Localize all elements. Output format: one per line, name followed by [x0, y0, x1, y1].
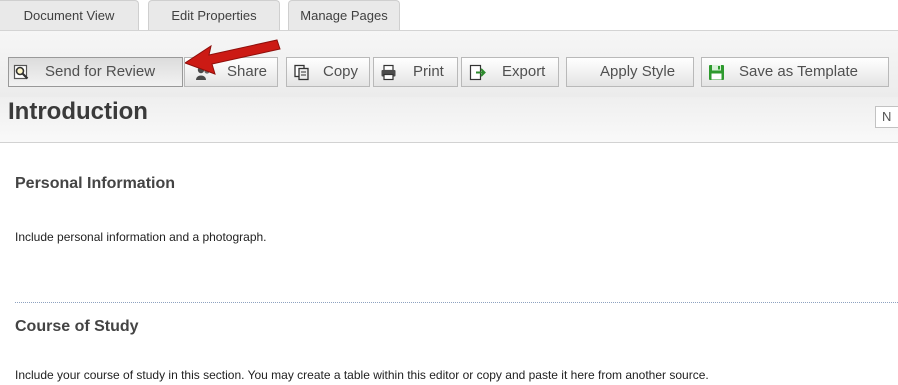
save-as-template-label: Save as Template — [739, 63, 858, 80]
apply-style-label: Apply Style — [600, 63, 676, 80]
section-heading-personal-information: Personal Information — [15, 175, 176, 192]
section-text-course-of-study: Include your course of study in this sec… — [15, 368, 709, 382]
section-heading-course-of-study: Course of Study — [15, 318, 139, 335]
section-divider — [15, 302, 898, 303]
page-heading-bar: Introduction N — [0, 97, 898, 143]
print-button[interactable]: Print — [373, 57, 458, 87]
toolbar: Send for Review Share Copy Print Export … — [0, 31, 898, 97]
export-label: Export — [502, 63, 546, 80]
magnifier-page-icon — [13, 64, 29, 80]
section-text-personal-information: Include personal information and a photo… — [15, 230, 267, 244]
floppy-disk-icon — [709, 65, 724, 80]
red-arrow-icon — [185, 39, 281, 75]
export-button[interactable]: Export — [461, 57, 559, 87]
send-for-review-button[interactable]: Send for Review — [8, 57, 183, 87]
tab-label: Document View — [23, 8, 115, 23]
side-button[interactable]: N — [875, 106, 898, 128]
tab-manage-pages[interactable]: Manage Pages — [288, 0, 400, 30]
print-label: Print — [413, 63, 444, 80]
tab-bar: Document View Edit Properties Manage Pag… — [0, 0, 898, 31]
tab-document-view[interactable]: Document View — [0, 0, 139, 30]
copy-button[interactable]: Copy — [286, 57, 370, 87]
send-for-review-label: Send for Review — [45, 63, 156, 80]
page-title: Introduction — [8, 98, 148, 125]
tab-label: Edit Properties — [171, 8, 257, 23]
save-as-template-button[interactable]: Save as Template — [701, 57, 889, 87]
tab-label: Manage Pages — [300, 8, 388, 23]
apply-style-button[interactable]: Apply Style — [566, 57, 694, 87]
export-icon — [469, 64, 486, 81]
copy-icon — [294, 64, 309, 81]
tab-edit-properties[interactable]: Edit Properties — [148, 0, 280, 30]
printer-icon — [381, 64, 396, 81]
side-button-label: N — [882, 109, 892, 124]
copy-label: Copy — [323, 63, 359, 80]
